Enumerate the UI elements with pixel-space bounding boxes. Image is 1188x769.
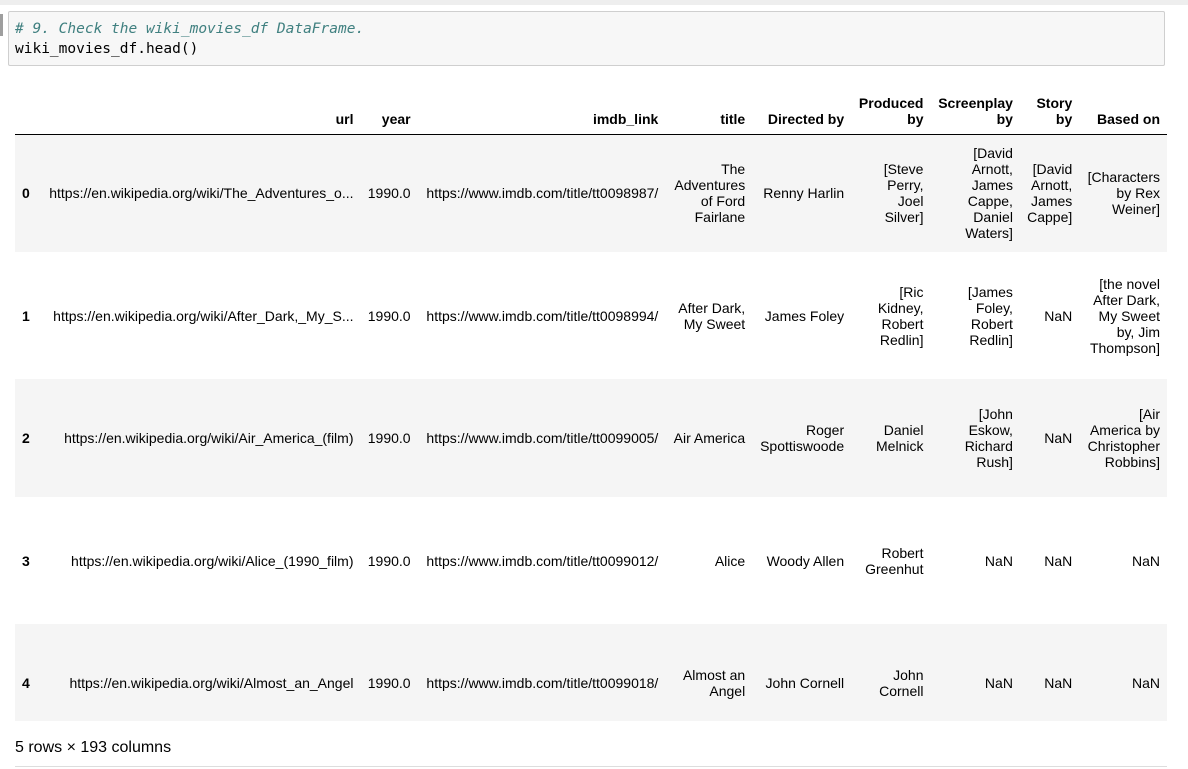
code-statement-line: wiki_movies_df.head() [15, 41, 199, 57]
table-cell: Woody Allen [766, 552, 845, 569]
table-row: 2 https://en.wikipedia.org/wiki/Air_Amer… [15, 379, 1167, 497]
row-index: 1 [22, 307, 30, 324]
table-cell: https://en.wikipedia.org/wiki/The_Advent… [49, 185, 354, 202]
row-index: 0 [22, 185, 30, 202]
column-header: title [665, 85, 753, 135]
table-cell: https://www.imdb.com/title/tt0099018/ [426, 675, 659, 691]
table-cell: [James Foley, Robert Redlin] [967, 283, 1013, 348]
row-index: 3 [22, 552, 30, 569]
bottom-divider [15, 766, 1167, 767]
column-header: url [36, 85, 361, 135]
table-cell: 1990.0 [367, 307, 411, 324]
top-divider [0, 0, 1188, 5]
row-index: 2 [22, 430, 30, 446]
table-cell: Almost an Angel [682, 667, 746, 699]
table-cell: Daniel Melnick [876, 422, 924, 454]
table-cell: James Foley [764, 307, 845, 324]
table-cell: [the novel After Dark, My Sweet by, Jim … [1089, 275, 1160, 356]
table-cell: https://en.wikipedia.org/wiki/Almost_an_… [69, 675, 354, 691]
column-header: Based on [1079, 85, 1167, 135]
table-cell: After Dark, My Sweet [678, 299, 746, 332]
table-cell: https://www.imdb.com/title/tt0099005/ [426, 430, 659, 446]
code-cell-input[interactable]: # 9. Check the wiki_movies_df DataFrame.… [8, 11, 1165, 66]
table-cell: [Characters by Rex Weiner] [1087, 169, 1160, 218]
table-cell: https://www.imdb.com/title/tt0098987/ [426, 185, 659, 202]
table-row: 1 https://en.wikipedia.org/wiki/After_Da… [15, 252, 1167, 379]
column-header: imdb_link [417, 85, 666, 135]
row-index: 4 [22, 675, 30, 691]
table-cell: [Steve Perry, Joel Silver] [883, 161, 924, 226]
table-cell: NaN [1044, 430, 1073, 446]
dataframe-table: url year imdb_link title Directed by Pro… [15, 85, 1167, 721]
table-cell: [Ric Kidney, Robert Redlin] [877, 283, 924, 348]
table-header-row: url year imdb_link title Directed by Pro… [15, 85, 1167, 135]
table-cell: 1990.0 [367, 552, 411, 569]
table-cell: 1990.0 [367, 185, 411, 202]
table-cell: [David Arnott, James Cappe] [1027, 161, 1073, 226]
table-cell: NaN [1044, 552, 1073, 569]
table-cell: John Cornell [765, 675, 845, 691]
table-cell: Air America [673, 430, 746, 446]
table-cell: https://www.imdb.com/title/tt0098994/ [426, 307, 659, 324]
table-cell: 1990.0 [367, 430, 411, 446]
table-cell: [Air America by Christopher Robbins] [1087, 406, 1160, 470]
table-cell: [David Arnott, James Cappe, Daniel Water… [965, 145, 1013, 242]
table-row: 0 https://en.wikipedia.org/wiki/The_Adve… [15, 134, 1167, 252]
column-header: year [360, 85, 418, 135]
table-row: 3 https://en.wikipedia.org/wiki/Alice_(1… [15, 497, 1167, 624]
index-header [15, 85, 37, 135]
code-comment-line: # 9. Check the wiki_movies_df DataFrame. [15, 21, 365, 37]
dataframe-output: url year imdb_link title Directed by Pro… [15, 85, 1167, 721]
column-header: Story by [1019, 85, 1080, 135]
table-cell: NaN [1131, 552, 1160, 569]
table-cell: 1990.0 [367, 675, 411, 691]
table-cell: NaN [984, 675, 1013, 691]
table-cell: https://www.imdb.com/title/tt0099012/ [426, 552, 659, 569]
table-cell: https://en.wikipedia.org/wiki/Alice_(199… [71, 552, 354, 569]
table-cell: Renny Harlin [763, 185, 845, 202]
table-cell: Roger Spottiswoode [760, 422, 845, 454]
column-header: Directed by [752, 85, 852, 135]
column-header: Screenplay by [930, 85, 1020, 135]
table-cell: NaN [1044, 307, 1073, 324]
table-cell: NaN [1044, 675, 1073, 691]
table-cell: Alice [714, 552, 746, 569]
table-cell: Robert Greenhut [865, 544, 924, 577]
table-cell: John Cornell [879, 667, 924, 699]
column-header: Produced by [851, 85, 931, 135]
table-cell: https://en.wikipedia.org/wiki/After_Dark… [53, 307, 354, 324]
table-cell: [John Eskow, Richard Rush] [964, 406, 1013, 470]
table-cell: https://en.wikipedia.org/wiki/Air_Americ… [64, 430, 354, 446]
table-cell: NaN [984, 552, 1013, 569]
table-cell: NaN [1131, 675, 1160, 691]
table-cell: The Adventures of Ford Fairlane [674, 161, 746, 226]
cell-selection-marker [0, 14, 3, 36]
table-row: 4 https://en.wikipedia.org/wiki/Almost_a… [15, 624, 1167, 721]
dataframe-shape-summary: 5 rows × 193 columns [15, 739, 172, 756]
